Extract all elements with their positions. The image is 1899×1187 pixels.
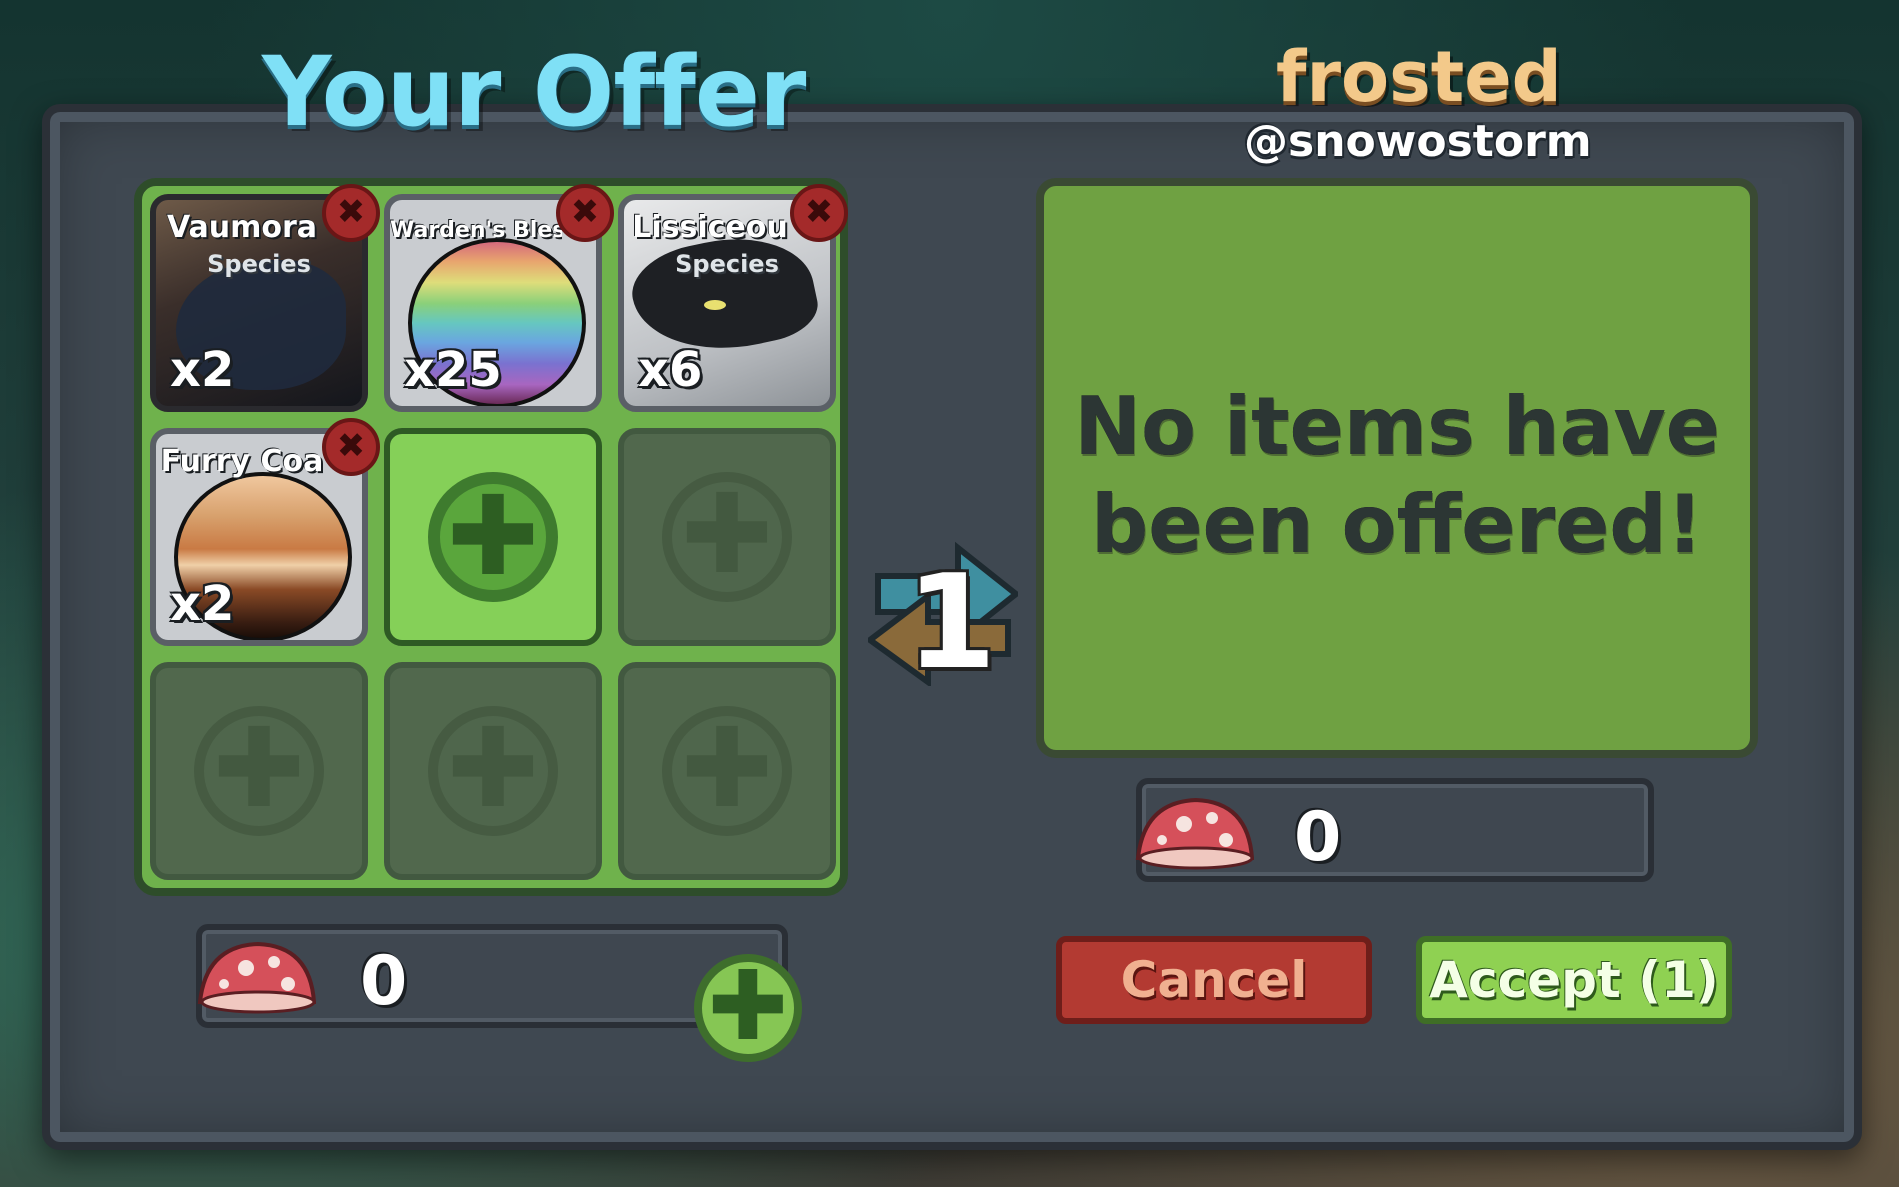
swap-count: 1 (906, 546, 997, 698)
partner-display-name: frosted (1276, 36, 1562, 118)
item-name: Furry Coa (160, 444, 324, 479)
plus-icon: ✚ (662, 706, 792, 836)
item-name: Vaumora (166, 210, 318, 245)
dragon-eye-icon (704, 300, 726, 310)
item-quantity: x2 (170, 342, 235, 398)
item-quantity: x25 (404, 342, 502, 398)
add-item-slot[interactable]: ✚ (384, 428, 602, 646)
mushroom-icon (1135, 797, 1254, 870)
remove-item-button[interactable]: ✖ (322, 418, 380, 476)
partner-offer-box: No items have been offered! (1036, 178, 1758, 758)
your-offer-grid: Vaumora Species x2 Warden's Bless x25 Li… (134, 178, 848, 896)
partner-coins-value: 0 (1294, 798, 1342, 877)
remove-item-button[interactable]: ✖ (322, 184, 380, 242)
cancel-button[interactable]: Cancel (1056, 936, 1372, 1024)
plus-icon: ✚ (194, 706, 324, 836)
mushroom-icon (197, 941, 316, 1014)
item-quantity: x2 (170, 576, 235, 632)
your-coins-value: 0 (360, 942, 408, 1021)
no-items-message: No items have been offered! (1074, 380, 1720, 571)
plus-icon: ✚ (662, 472, 792, 602)
your-offer-title: Your Offer (262, 36, 806, 148)
item-quantity: x6 (638, 342, 703, 398)
empty-slot: ✚ (618, 428, 836, 646)
empty-slot: ✚ (150, 662, 368, 880)
remove-item-button[interactable]: ✖ (556, 184, 614, 242)
plus-icon: ✚ (428, 472, 558, 602)
plus-icon: ✚ (428, 706, 558, 836)
item-name: Warden's Bless (390, 218, 562, 243)
add-coins-button[interactable]: ✚ (694, 954, 802, 1062)
item-type: Species (207, 250, 311, 278)
remove-item-button[interactable]: ✖ (790, 184, 848, 242)
item-name: Lissiceou (632, 210, 788, 245)
partner-username: @snowostorm (1244, 116, 1592, 167)
item-type: Species (675, 250, 779, 278)
accept-button[interactable]: Accept (1) (1416, 936, 1732, 1024)
empty-slot: ✚ (384, 662, 602, 880)
empty-slot: ✚ (618, 662, 836, 880)
